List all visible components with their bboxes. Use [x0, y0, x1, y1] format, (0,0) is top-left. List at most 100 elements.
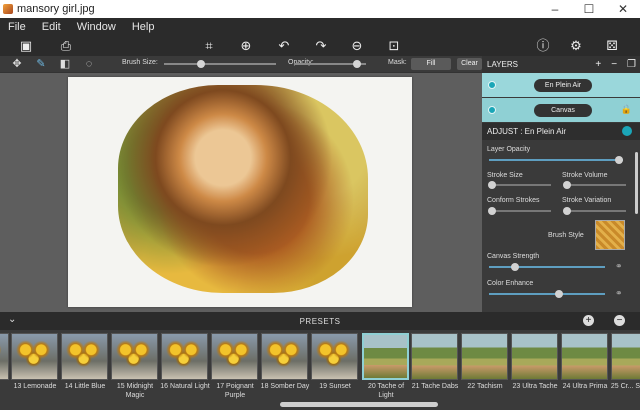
duplicate-layer-icon[interactable]: ❐	[627, 59, 636, 70]
adjust-options-icon[interactable]	[622, 126, 632, 136]
adjust-scrollbar[interactable]	[635, 152, 638, 214]
preset-thumbnail[interactable]	[511, 333, 558, 380]
preset-thumbnail[interactable]	[211, 333, 258, 380]
preset-thumbnail[interactable]	[561, 333, 608, 380]
presets-title: PRESETS	[299, 317, 341, 326]
stroke-volume-slider[interactable]	[563, 181, 626, 189]
main-toolbar: ▣ ⎙ ⌗ ⊕ ↶ ↷ ⊖ ⊡ ⓘ ⚙ ⚄	[0, 36, 640, 56]
brush-style-swatch[interactable]	[595, 220, 625, 250]
preset-thumbnail[interactable]	[61, 333, 108, 380]
stroke-size-slider[interactable]	[488, 181, 551, 189]
preset-label: 21 Tache Dabs	[411, 383, 459, 390]
preset-thumbnail[interactable]	[0, 333, 9, 380]
lock-icon[interactable]: 🔒	[621, 104, 632, 115]
presets-scrollbar[interactable]	[280, 402, 438, 407]
conform-strokes-slider[interactable]	[488, 207, 551, 215]
crop-icon[interactable]: ⌗	[200, 37, 218, 55]
move-icon[interactable]: ✥	[10, 56, 24, 73]
save-scan-icon[interactable]: ⎙	[57, 37, 75, 55]
menu-help[interactable]: Help	[124, 21, 163, 33]
adjust-header: ADJUST : En Plein Air	[482, 123, 640, 140]
redo-icon[interactable]: ↷	[312, 37, 330, 55]
preset-thumbnail[interactable]	[161, 333, 208, 380]
layer-opacity-slider[interactable]	[489, 156, 623, 164]
brush-size-slider[interactable]	[164, 60, 276, 68]
canvas-area[interactable]	[0, 73, 482, 312]
info-icon[interactable]: ⓘ	[534, 37, 552, 55]
fill-button[interactable]: Fill	[411, 58, 451, 70]
preset-label: 17 Poignant Purple	[216, 383, 254, 399]
preset-thumbnail[interactable]	[362, 333, 409, 380]
app-icon	[3, 4, 13, 14]
clear-button[interactable]: Clear	[457, 58, 482, 70]
preset-label: 22 Tachism	[467, 383, 503, 390]
settings-icon[interactable]: ⚙	[567, 37, 585, 55]
image-open-icon[interactable]: ▣	[17, 37, 35, 55]
right-panel: LAYERS + − ❐ En Plein Air Canvas 🔒 ADJUS…	[482, 56, 640, 312]
color-enhance-slider[interactable]	[489, 290, 605, 298]
canvas-strength-label: Canvas Strength	[487, 253, 540, 260]
link-icon[interactable]: ⚭	[615, 261, 623, 272]
brush-toolbar: ✥ ✎ ◧ ◌ Brush Size: Opacity: Mask: Fill …	[0, 56, 482, 73]
preset-thumbnail[interactable]	[111, 333, 158, 380]
lasso-icon[interactable]: ◌	[82, 56, 96, 73]
presets-strip: 13 Lemonade 14 Little Blue 15 Midnight Mag…	[0, 330, 640, 410]
preset-label: 25 Cr... Strokes	[610, 383, 640, 390]
brush-style-label: Brush Style	[548, 232, 584, 239]
layer-name: Canvas	[534, 104, 592, 117]
preset-label: 18 Somber Day	[260, 383, 310, 390]
layer-visibility-icon[interactable]	[488, 106, 496, 114]
conform-strokes-label: Conform Strokes	[487, 197, 540, 204]
title-bar: mansory girl.jpg – ☐ ✕	[0, 0, 640, 18]
preset-label: 13 Lemonade	[13, 383, 57, 390]
preset-label: 23 Ultra Tache	[512, 383, 558, 390]
minimize-button[interactable]: –	[538, 0, 572, 18]
eraser-icon[interactable]: ◧	[58, 56, 72, 73]
dice-icon[interactable]: ⚄	[603, 37, 621, 55]
remove-preset-icon[interactable]: −	[614, 315, 625, 326]
preset-thumbnail[interactable]	[11, 333, 58, 380]
layer-item[interactable]: En Plein Air	[482, 73, 640, 98]
mask-label: Mask:	[388, 59, 407, 66]
undo-icon[interactable]: ↶	[275, 37, 293, 55]
preset-label: 20 Tache of Light	[367, 383, 405, 399]
layer-opacity-label: Layer Opacity	[487, 146, 531, 153]
preset-thumbnail[interactable]	[311, 333, 358, 380]
layer-visibility-icon[interactable]	[488, 81, 496, 89]
preset-label: 16 Natural Light	[160, 383, 210, 390]
brush-icon[interactable]: ✎	[34, 56, 48, 73]
stroke-variation-label: Stroke Variation	[562, 197, 612, 204]
zoom-out-icon[interactable]: ⊖	[348, 37, 366, 55]
layer-name: En Plein Air	[534, 79, 592, 92]
remove-layer-icon[interactable]: −	[611, 59, 617, 70]
menu-file[interactable]: File	[0, 21, 34, 33]
layer-item[interactable]: Canvas 🔒	[482, 98, 640, 123]
zoom-in-icon[interactable]: ⊕	[237, 37, 255, 55]
adjust-controls: Layer Opacity Stroke Size Stroke Volume …	[482, 140, 640, 311]
preset-label: 15 Midnight Magic	[116, 383, 154, 399]
menu-edit[interactable]: Edit	[34, 21, 69, 33]
close-button[interactable]: ✕	[606, 0, 640, 18]
menu-bar: File Edit Window Help	[0, 18, 640, 36]
preset-thumbnail[interactable]	[461, 333, 508, 380]
preset-thumbnail[interactable]	[611, 333, 640, 380]
menu-window[interactable]: Window	[69, 21, 124, 33]
painted-portrait-image	[118, 85, 368, 293]
layers-header: LAYERS + − ❐	[482, 56, 640, 73]
preset-thumbnail[interactable]	[411, 333, 458, 380]
brush-size-label: Brush Size:	[122, 59, 158, 66]
add-layer-icon[interactable]: +	[595, 59, 601, 70]
fit-icon[interactable]: ⊡	[385, 37, 403, 55]
opacity-slider[interactable]	[294, 60, 366, 68]
link-icon[interactable]: ⚭	[615, 288, 623, 299]
add-preset-icon[interactable]: +	[583, 315, 594, 326]
canvas-strength-slider[interactable]	[489, 263, 605, 271]
window-title: mansory girl.jpg	[17, 3, 95, 15]
preset-thumbnail[interactable]	[261, 333, 308, 380]
stroke-variation-slider[interactable]	[563, 207, 626, 215]
color-enhance-label: Color Enhance	[487, 280, 534, 287]
presets-header: ⌄ PRESETS + −	[0, 312, 640, 330]
preset-label: 14 Little Blue	[64, 383, 106, 390]
maximize-button[interactable]: ☐	[572, 0, 606, 18]
canvas-paper	[68, 77, 412, 307]
